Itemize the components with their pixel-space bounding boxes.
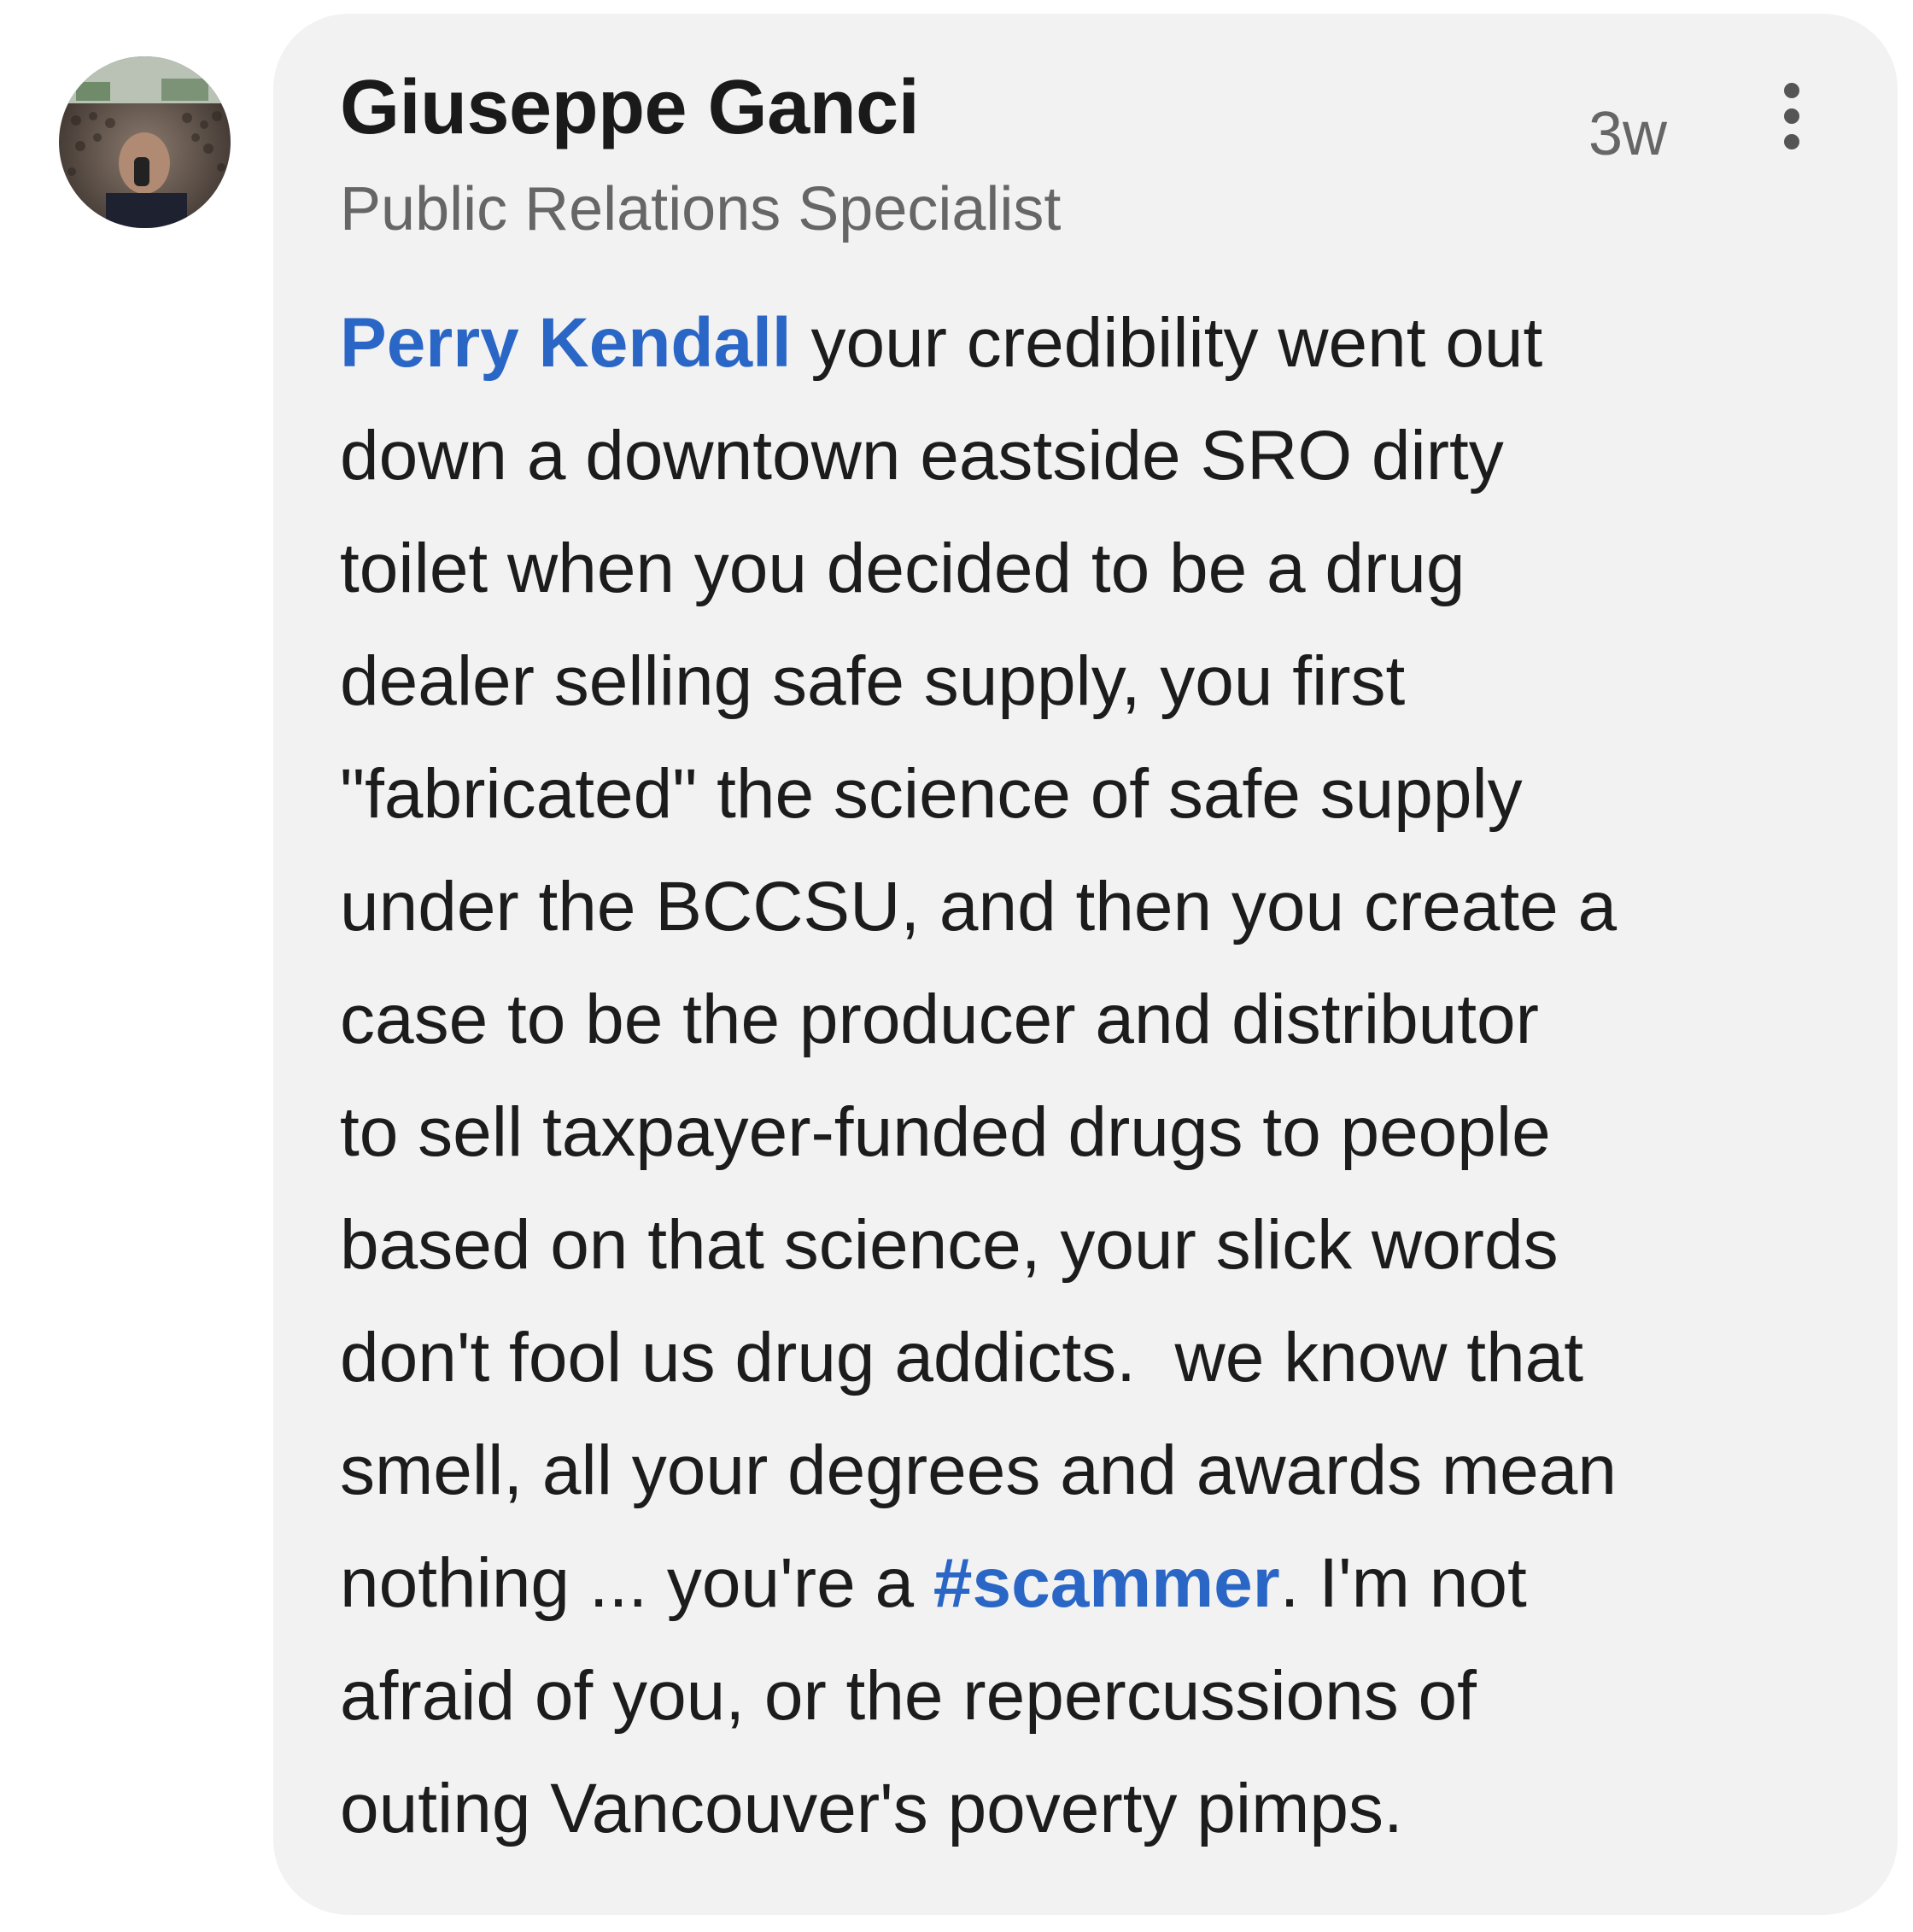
- comment-timestamp: 3w: [1588, 100, 1668, 168]
- comment-line: to sell taxpayer-funded drugs to people: [340, 1093, 1551, 1171]
- comment-line: dealer selling safe supply, you first: [340, 642, 1406, 720]
- comment-line: under the BCCSU, and then you create a: [340, 868, 1618, 946]
- comment-text-segment: your credibility went out: [791, 304, 1543, 382]
- comment-line: "fabricated" the science of safe supply: [340, 755, 1523, 833]
- author-avatar[interactable]: [59, 56, 231, 228]
- comment-line: afraid of you, or the repercussions of: [340, 1657, 1477, 1735]
- mention-link[interactable]: Perry Kendall: [340, 304, 792, 382]
- comment-line: case to be the producer and distributor: [340, 981, 1539, 1058]
- avatar-photo: [59, 56, 231, 228]
- comment-text: Perry Kendall your credibility went out …: [340, 287, 1843, 1865]
- hashtag-link[interactable]: #scammer: [933, 1544, 1280, 1622]
- comment-line: toilet when you decided to be a drug: [340, 530, 1465, 607]
- comment-text-segment: nothing ... you're a: [340, 1544, 933, 1622]
- comment-line: outing Vancouver's poverty pimps.: [340, 1770, 1403, 1847]
- comment-line: smell, all your degrees and awards mean: [340, 1431, 1617, 1509]
- comment-line: based on that science, your slick words: [340, 1206, 1559, 1284]
- comment-line: Perry Kendall your credibility went out: [340, 287, 1843, 400]
- comment-line: don't fool us drug addicts. we know that: [340, 1319, 1584, 1396]
- comment-line: down a downtown eastside SRO dirty: [340, 417, 1504, 495]
- more-vertical-icon: [1784, 83, 1799, 149]
- author-headline: Public Relations Specialist: [340, 175, 1062, 243]
- comment-more-button[interactable]: [1758, 79, 1826, 164]
- comment-line: nothing ... you're a #scammer. I'm not: [340, 1527, 1843, 1640]
- author-name[interactable]: Giuseppe Ganci: [340, 61, 920, 154]
- comment-text-segment: . I'm not: [1279, 1544, 1527, 1622]
